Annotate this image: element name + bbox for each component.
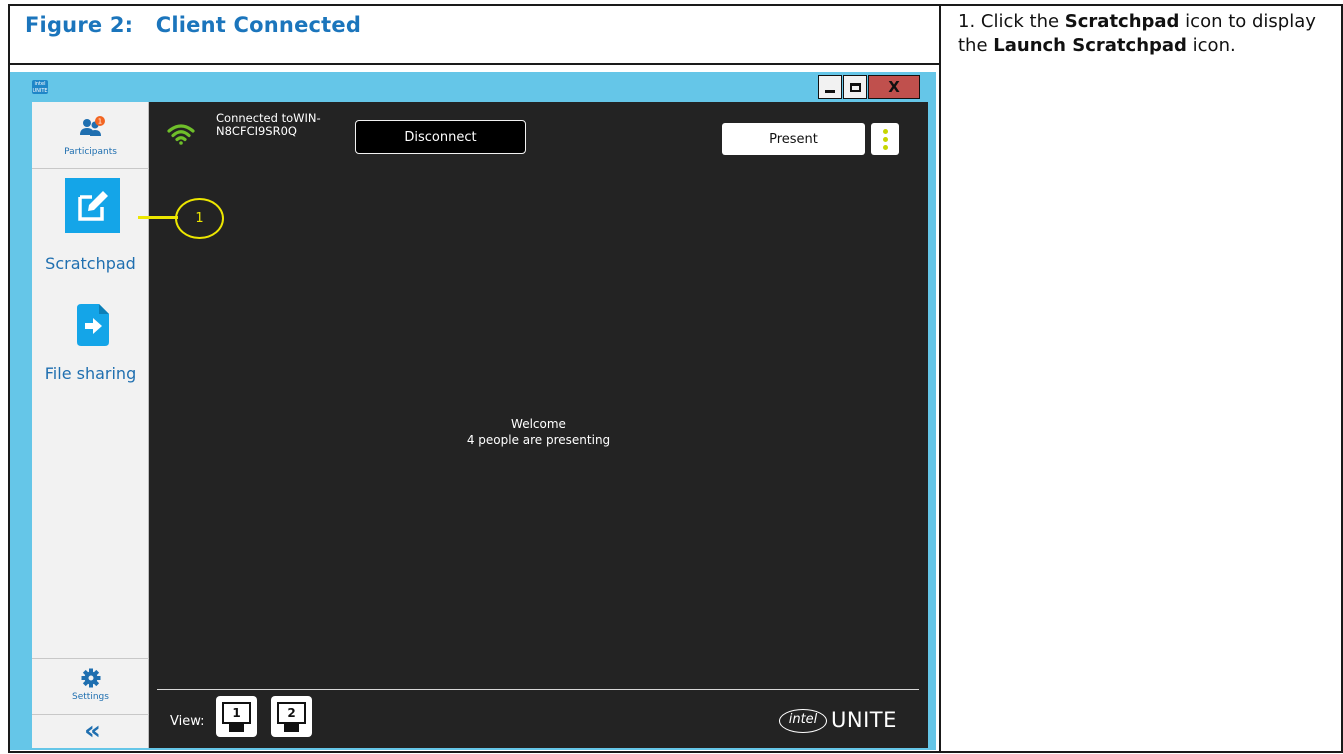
table-column-divider (939, 4, 941, 753)
instruction-text: 1. Click the Scratchpad icon to display … (958, 10, 1328, 58)
title-row-divider (8, 63, 941, 65)
view-option-number: 2 (287, 706, 296, 720)
participants-icon: 1 (80, 116, 105, 136)
callout-marker: 1 (175, 198, 224, 239)
close-button[interactable]: X (868, 75, 920, 99)
instruction-target-scratchpad: Scratchpad (1064, 11, 1180, 32)
maximize-icon (849, 82, 861, 92)
intel-unite-app-window: intel UNITE X 1 Participants Scratchpad … (10, 72, 936, 750)
monitor-stand (229, 724, 244, 732)
sidebar: 1 Participants Scratchpad File sharing S… (32, 102, 149, 748)
minimize-icon (825, 89, 835, 93)
disconnect-button[interactable]: Disconnect (355, 120, 526, 154)
file-share-icon (77, 304, 109, 346)
collapse-sidebar-button[interactable]: « (32, 714, 149, 748)
instruction-target-launch-scratchpad: Launch Scratchpad (993, 35, 1187, 56)
more-options-button[interactable] (871, 123, 899, 155)
scratchpad-icon-tile[interactable] (65, 178, 120, 233)
connection-status: Connected toWIN-N8CFCI9SR0Q (216, 111, 321, 138)
settings-label: Settings (72, 692, 109, 702)
monitor-icon: 1 (222, 702, 251, 724)
more-dot-icon (882, 144, 888, 150)
presenting-count: 4 people are presenting (466, 433, 611, 447)
footer-divider (157, 689, 919, 690)
sidebar-item-file-sharing[interactable]: File sharing (32, 304, 149, 389)
double-chevron-left-icon: « (84, 716, 101, 746)
view-option-1-button[interactable]: 1 (216, 696, 257, 737)
minimize-button[interactable] (818, 75, 842, 99)
monitor-stand (284, 724, 299, 732)
pencil-edit-icon (77, 190, 108, 221)
more-dot-icon (882, 136, 888, 142)
intel-logo: intel (779, 709, 827, 733)
app-logo-icon: intel UNITE (32, 80, 48, 94)
gear-icon (81, 668, 101, 688)
sidebar-divider (32, 168, 149, 169)
settings-button[interactable]: Settings (32, 658, 149, 713)
sidebar-item-scratchpad[interactable]: Scratchpad (32, 178, 149, 278)
view-label: View: (170, 714, 205, 729)
intel-unite-logo: intel UNITE (779, 707, 919, 735)
participants-button[interactable]: 1 Participants (32, 102, 149, 168)
window-titlebar[interactable]: intel UNITE X (10, 72, 936, 102)
main-panel: Connected toWIN-N8CFCI9SR0Q Disconnect P… (149, 102, 928, 748)
participants-label: Participants (64, 147, 117, 157)
sidebar-item-label: Scratchpad (45, 254, 136, 273)
wifi-connected-icon (167, 124, 195, 145)
present-button[interactable]: Present (722, 123, 865, 155)
participants-badge: 1 (98, 118, 102, 126)
instruction-suffix: icon. (1186, 35, 1236, 56)
callout-number: 1 (195, 211, 204, 226)
sidebar-item-label: File sharing (44, 364, 137, 383)
close-icon: X (888, 78, 900, 96)
welcome-title: Welcome (511, 417, 566, 431)
callout-leader-line (138, 216, 178, 219)
more-dot-icon (882, 128, 888, 134)
welcome-message: Welcome 4 people are presenting (149, 416, 928, 448)
instruction-prefix: 1. Click the (958, 11, 1065, 32)
monitor-icon: 2 (277, 702, 306, 724)
maximize-button[interactable] (843, 75, 867, 99)
figure-title: Figure 2: Client Connected (25, 13, 362, 37)
app-logo-text: intel UNITE (32, 81, 48, 94)
unite-wordmark: UNITE (831, 708, 897, 732)
view-option-2-button[interactable]: 2 (271, 696, 312, 737)
view-option-number: 1 (232, 706, 241, 720)
